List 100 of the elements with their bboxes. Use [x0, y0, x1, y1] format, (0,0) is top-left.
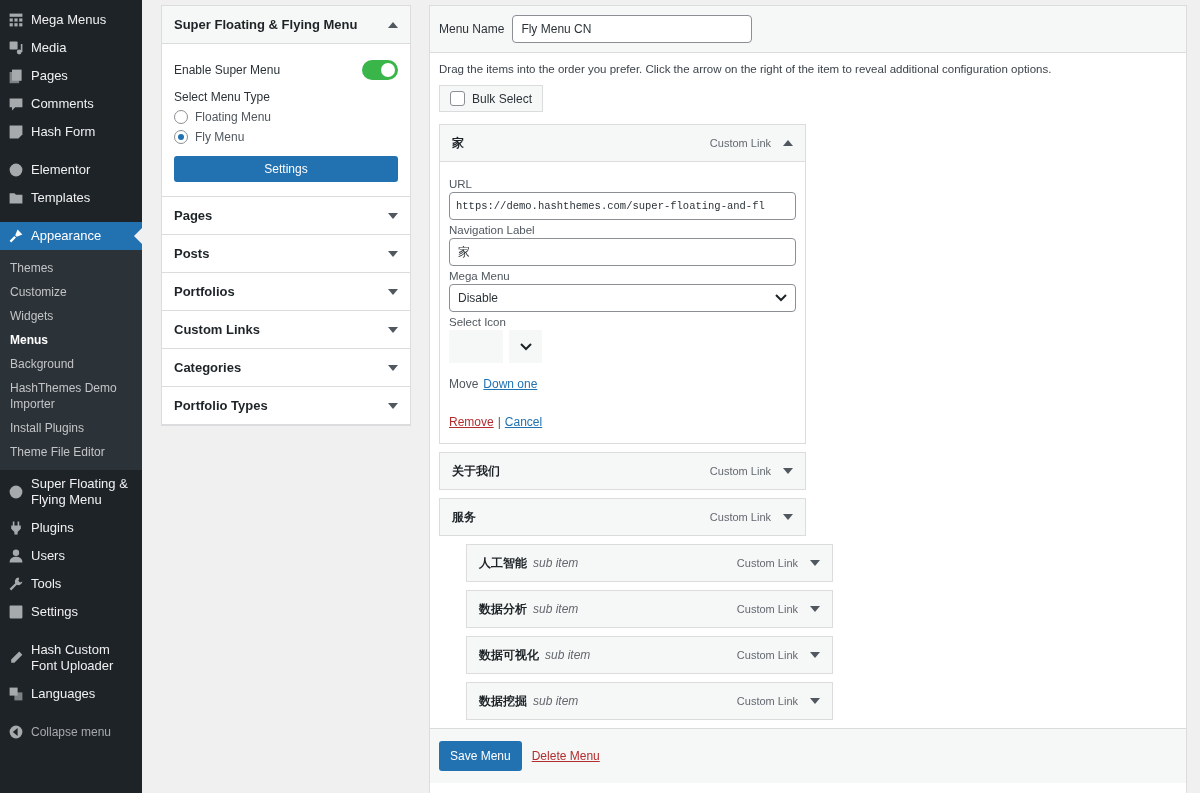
navigation-label-field[interactable]: 家	[449, 238, 796, 266]
caret-down-icon[interactable]	[783, 514, 793, 520]
collapse-menu-button[interactable]: Collapse menu	[0, 718, 142, 746]
toggle-switch[interactable]	[362, 60, 398, 80]
submenu-item[interactable]: Background	[0, 352, 142, 376]
menu-name-label: Menu Name	[439, 22, 505, 36]
caret-down-icon[interactable]	[810, 560, 820, 566]
sidebar-item[interactable]: Pages	[0, 62, 142, 90]
sidebar-item[interactable]: Settings	[0, 598, 142, 626]
accordion-header[interactable]: Posts	[162, 235, 410, 273]
menu-name-field[interactable]: Fly Menu CN	[512, 15, 753, 43]
radio-button[interactable]	[174, 130, 188, 144]
field-label: Select Icon	[449, 316, 507, 328]
radio-button[interactable]	[174, 110, 188, 124]
submenu-item[interactable]: Customize	[0, 280, 142, 304]
sidebar-item[interactable]: Appearance	[0, 222, 142, 250]
sidebar-item[interactable]: Mega Menus	[0, 6, 142, 34]
menu-item-title: 服务	[452, 508, 476, 526]
sub-item-note: sub item	[533, 556, 579, 570]
item-type-label: Custom Link	[736, 603, 798, 615]
field-label: Mega Menu	[449, 270, 511, 282]
item-type-label: Custom Link	[736, 557, 798, 569]
chevron-down-icon	[775, 294, 787, 302]
sidebar-item[interactable]: Elementor	[0, 156, 142, 184]
toggle-label: Enable Super Menu	[174, 63, 281, 77]
caret-down-icon[interactable]	[810, 698, 820, 704]
caret-down-icon[interactable]	[810, 606, 820, 612]
move-label: Move	[449, 377, 479, 391]
sidebar-item[interactable]: Tools	[0, 570, 142, 598]
submenu-item[interactable]: Install Plugins	[0, 416, 142, 440]
cancel-link[interactable]: Cancel	[504, 415, 543, 429]
delete-menu-link[interactable]: Delete Menu	[531, 749, 600, 763]
item-type-label: Custom Link	[709, 465, 771, 477]
settings-button[interactable]: Settings	[174, 156, 398, 182]
pencil-icon	[8, 650, 24, 666]
brush-icon	[8, 228, 24, 244]
down-one-link[interactable]: Down one	[483, 377, 538, 391]
accordion-header[interactable]: Categories	[162, 349, 410, 387]
remove-link[interactable]: Remove	[449, 415, 494, 429]
sidebar-item[interactable]: Plugins	[0, 514, 142, 542]
caret-down-icon[interactable]	[388, 250, 398, 257]
caret-down-icon[interactable]	[810, 652, 820, 658]
person-icon	[8, 548, 24, 564]
separator-text: |	[497, 415, 501, 429]
item-type-label: Custom Link	[709, 137, 771, 149]
menu-type-label: Select Menu Type	[174, 90, 271, 104]
sidebar-item[interactable]: Comments	[0, 90, 142, 118]
radio-label: Fly Menu	[195, 130, 245, 144]
item-type-label: Custom Link	[736, 695, 798, 707]
save-menu-button[interactable]: Save Menu	[439, 741, 522, 771]
caret-down-icon[interactable]	[388, 402, 398, 409]
submenu-item[interactable]: Theme File Editor	[0, 440, 142, 464]
field-label: URL	[449, 178, 473, 190]
accordion-header[interactable]: Pages	[162, 197, 410, 235]
chevron-down-icon	[519, 342, 532, 351]
folder-icon	[8, 190, 24, 206]
submenu-item[interactable]: HashThemes Demo Importer	[0, 376, 142, 416]
sidebar-item[interactable]: Languages	[0, 680, 142, 708]
circle-icon	[8, 162, 24, 178]
sub-item-note: sub item	[545, 648, 591, 662]
sidebar-item[interactable]: Users	[0, 542, 142, 570]
mega-menu-select[interactable]: Disable	[449, 284, 796, 312]
url-field[interactable]: https://demo.hashthemes.com/super-floating-and-fl	[449, 192, 796, 220]
caret-up-icon[interactable]	[783, 140, 793, 146]
accordion-header[interactable]: Super Floating & Flying Menu	[162, 6, 410, 44]
caret-down-icon[interactable]	[783, 468, 793, 474]
menu-item-title: 人工智能	[479, 554, 527, 572]
sidebar-item[interactable]: Media	[0, 34, 142, 62]
media-icon	[8, 40, 24, 56]
menu-item-title: 关于我们	[452, 462, 500, 480]
item-type-label: Custom Link	[736, 649, 798, 661]
caret-down-icon[interactable]	[388, 212, 398, 219]
sidebar-item[interactable]: Hash Custom Font Uploader	[0, 636, 142, 680]
caret-down-icon[interactable]	[388, 364, 398, 371]
accordion-header[interactable]: Portfolios	[162, 273, 410, 311]
sidebar-item[interactable]: Super Floating & Flying Menu	[0, 470, 142, 514]
menu-item-title: 家	[452, 134, 464, 152]
grid-icon	[8, 12, 24, 28]
pages-icon	[8, 68, 24, 84]
menu-item-title: 数据挖掘	[479, 692, 527, 710]
icon-dropdown-button[interactable]	[509, 330, 542, 363]
form-icon	[8, 124, 24, 140]
item-type-label: Custom Link	[709, 511, 771, 523]
caret-down-icon[interactable]	[388, 326, 398, 333]
wrench-icon	[8, 576, 24, 592]
caret-down-icon[interactable]	[388, 288, 398, 295]
sidebar-item[interactable]: Hash Form	[0, 118, 142, 146]
speech-bubble-icon	[8, 96, 24, 112]
translate-icon	[8, 686, 24, 702]
submenu-item[interactable]: Menus	[0, 328, 142, 352]
submenu-item[interactable]: Themes	[0, 256, 142, 280]
accordion-header[interactable]: Portfolio Types	[162, 387, 410, 425]
sub-item-note: sub item	[533, 694, 579, 708]
submenu-item[interactable]: Widgets	[0, 304, 142, 328]
bulk-select-button[interactable]: Bulk Select	[439, 85, 544, 112]
accordion-header[interactable]: Custom Links	[162, 311, 410, 349]
field-label: Navigation Label	[449, 224, 536, 236]
menu-item-title: 数据分析	[479, 600, 527, 618]
sidebar-item[interactable]: Templates	[0, 184, 142, 212]
caret-up-icon[interactable]	[388, 21, 398, 28]
